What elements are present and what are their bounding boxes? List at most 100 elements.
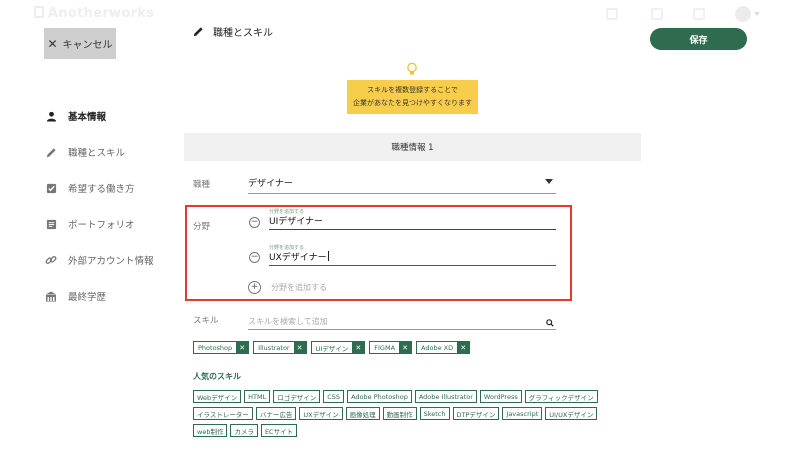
tip-line-1: スキルを複数登録することで	[367, 86, 458, 94]
cancel-button[interactable]: ✕ キャンセル	[44, 28, 116, 59]
popular-skill-chip[interactable]: 画像処理	[345, 407, 380, 420]
search-icon[interactable]	[546, 312, 554, 331]
caret-down-icon	[545, 179, 553, 184]
skill-chip-label: Illustrator	[258, 343, 290, 352]
close-icon: ✕	[47, 36, 58, 51]
field-caption: 分野を追加する	[269, 245, 305, 251]
sidebar-item-label: 職種とスキル	[68, 148, 126, 159]
popular-skills: Webデザイン HTML ロゴデザイン CSS Adobe Photoshop …	[193, 390, 623, 437]
link-icon	[44, 253, 58, 267]
popular-skill-chip[interactable]: Adobe Illustrator	[414, 390, 477, 403]
remove-chip-icon[interactable]: ✕	[399, 342, 412, 353]
heart-icon[interactable]	[651, 8, 663, 20]
skill-chip-label: UIデザイン	[315, 344, 349, 353]
app-logo[interactable]: Anotherworks	[34, 6, 154, 21]
skill-chip: Photoshop ✕	[193, 341, 250, 354]
save-button[interactable]: 保存	[650, 28, 747, 50]
job-select[interactable]: デザイナー	[248, 172, 556, 194]
popular-skill-chip[interactable]: ECサイト	[260, 424, 298, 437]
section-title: 職種情報 1	[391, 143, 434, 153]
skills-label: スキル	[193, 316, 219, 326]
popular-skill-chip[interactable]: ロゴデザイン	[273, 390, 321, 403]
chevron-down-icon[interactable]	[754, 12, 760, 16]
field-input-1[interactable]: 分野を追加する UIデザイナー	[269, 208, 556, 230]
field-label: 分野	[193, 222, 211, 232]
popular-skill-chip[interactable]: カメラ	[230, 424, 258, 437]
skill-tip-banner: スキルを複数登録することで 企業があなたを見つけやすくなります	[347, 80, 478, 114]
pencil-icon	[44, 145, 58, 159]
popular-skill-chip[interactable]: Adobe Photoshop	[347, 390, 412, 403]
skill-chip-label: FIGMA	[374, 343, 396, 352]
skill-chip-label: Photoshop	[198, 343, 233, 352]
tip-line-2: 企業があなたを見つけやすくなります	[353, 99, 472, 107]
selected-skills: Photoshop ✕ Illustrator ✕ UIデザイン ✕ FIGMA ✕ A…	[193, 341, 471, 354]
skill-search	[248, 309, 556, 330]
sidebar-item-label: 基本情報	[68, 112, 107, 123]
popular-skill-chip[interactable]: Javascript	[502, 407, 543, 420]
job-label: 職種	[193, 180, 211, 190]
sidebar-item-external-accounts[interactable]: 外部アカウント情報	[44, 242, 174, 278]
skill-chip: Illustrator ✕	[253, 341, 307, 354]
job-info-section-header: 職種情報 1	[184, 133, 641, 161]
sidebar-item-work-style[interactable]: 希望する働き方	[44, 170, 174, 206]
popular-skill-chip[interactable]: グラフィックデザイン	[524, 390, 598, 403]
remove-chip-icon[interactable]: ✕	[236, 342, 249, 353]
sidebar-item-education[interactable]: 最終学歴	[44, 278, 174, 314]
popular-skill-chip[interactable]: UXデザイン	[299, 407, 343, 420]
sidebar-item-label: 外部アカウント情報	[68, 256, 154, 267]
remove-field-button-2[interactable]: −	[249, 252, 260, 263]
popular-skill-chip[interactable]: バナー広告	[255, 407, 297, 420]
remove-field-button-1[interactable]: −	[249, 217, 260, 228]
page-title: 職種とスキル	[213, 28, 273, 39]
logo-text: Anotherworks	[48, 6, 155, 21]
grid-icon[interactable]	[606, 8, 618, 20]
skill-chip: Adobe XD ✕	[416, 341, 471, 354]
skill-chip: UIデザイン ✕	[310, 341, 366, 354]
field-value-wrapper: UXデザイナー	[269, 251, 556, 265]
popular-skill-chip[interactable]: イラストレーター	[193, 407, 253, 420]
add-field-icon[interactable]: +	[248, 281, 261, 294]
page-heading: 職種とスキル	[193, 24, 273, 39]
sidebar-item-portfolio[interactable]: ポートフォリオ	[44, 206, 174, 242]
field-caption: 分野を追加する	[269, 209, 305, 215]
popular-skills-title: 人気のスキル	[193, 372, 241, 381]
add-field-button[interactable]: 分野を追加する	[271, 282, 327, 293]
popular-skill-chip[interactable]: WordPress	[479, 390, 522, 403]
bell-icon[interactable]	[693, 8, 705, 20]
sidebar: 基本情報 職種とスキル 希望する働き方 ポートフォリオ 外部アカウント情報 最終…	[44, 98, 174, 314]
popular-skill-chip[interactable]: Sketch	[419, 407, 450, 420]
text-cursor	[327, 251, 329, 261]
lightbulb-icon	[406, 61, 418, 80]
field-value: UXデザイナー	[269, 253, 327, 263]
avatar[interactable]	[735, 6, 751, 22]
document-icon	[44, 217, 58, 231]
field-value: UIデザイナー	[269, 217, 324, 227]
sidebar-item-job-skills[interactable]: 職種とスキル	[44, 134, 174, 170]
popular-skill-chip[interactable]: DTPデザイン	[452, 407, 500, 420]
popular-skill-chip[interactable]: UI/UXデザイン	[545, 407, 598, 420]
popular-skill-chip[interactable]: CSS	[323, 390, 345, 403]
field-input-2[interactable]: 分野を追加する UXデザイナー	[269, 244, 556, 266]
job-select-value: デザイナー	[248, 179, 293, 189]
logo-mark-icon	[34, 6, 44, 18]
popular-skill-chip[interactable]: Webデザイン	[193, 390, 242, 403]
remove-chip-icon[interactable]: ✕	[352, 342, 365, 353]
top-bar: Anotherworks	[0, 0, 800, 28]
pencil-icon	[193, 27, 203, 37]
skill-chip-label: Adobe XD	[421, 343, 454, 352]
remove-chip-icon[interactable]: ✕	[293, 342, 306, 353]
popular-skill-chip[interactable]: web制作	[193, 424, 228, 437]
sidebar-item-label: 最終学歴	[68, 292, 107, 303]
save-label: 保存	[689, 35, 708, 46]
school-icon	[44, 289, 58, 303]
sidebar-item-label: 希望する働き方	[68, 184, 135, 195]
skill-search-input[interactable]	[248, 314, 528, 326]
person-icon	[44, 109, 58, 123]
popular-skill-chip[interactable]: HTML	[244, 390, 271, 403]
checkbox-icon	[44, 181, 58, 195]
skill-chip: FIGMA ✕	[369, 341, 413, 354]
sidebar-item-label: ポートフォリオ	[68, 220, 135, 231]
popular-skill-chip[interactable]: 動画制作	[382, 407, 417, 420]
sidebar-item-basic-info[interactable]: 基本情報	[44, 98, 174, 134]
remove-chip-icon[interactable]: ✕	[457, 342, 470, 353]
